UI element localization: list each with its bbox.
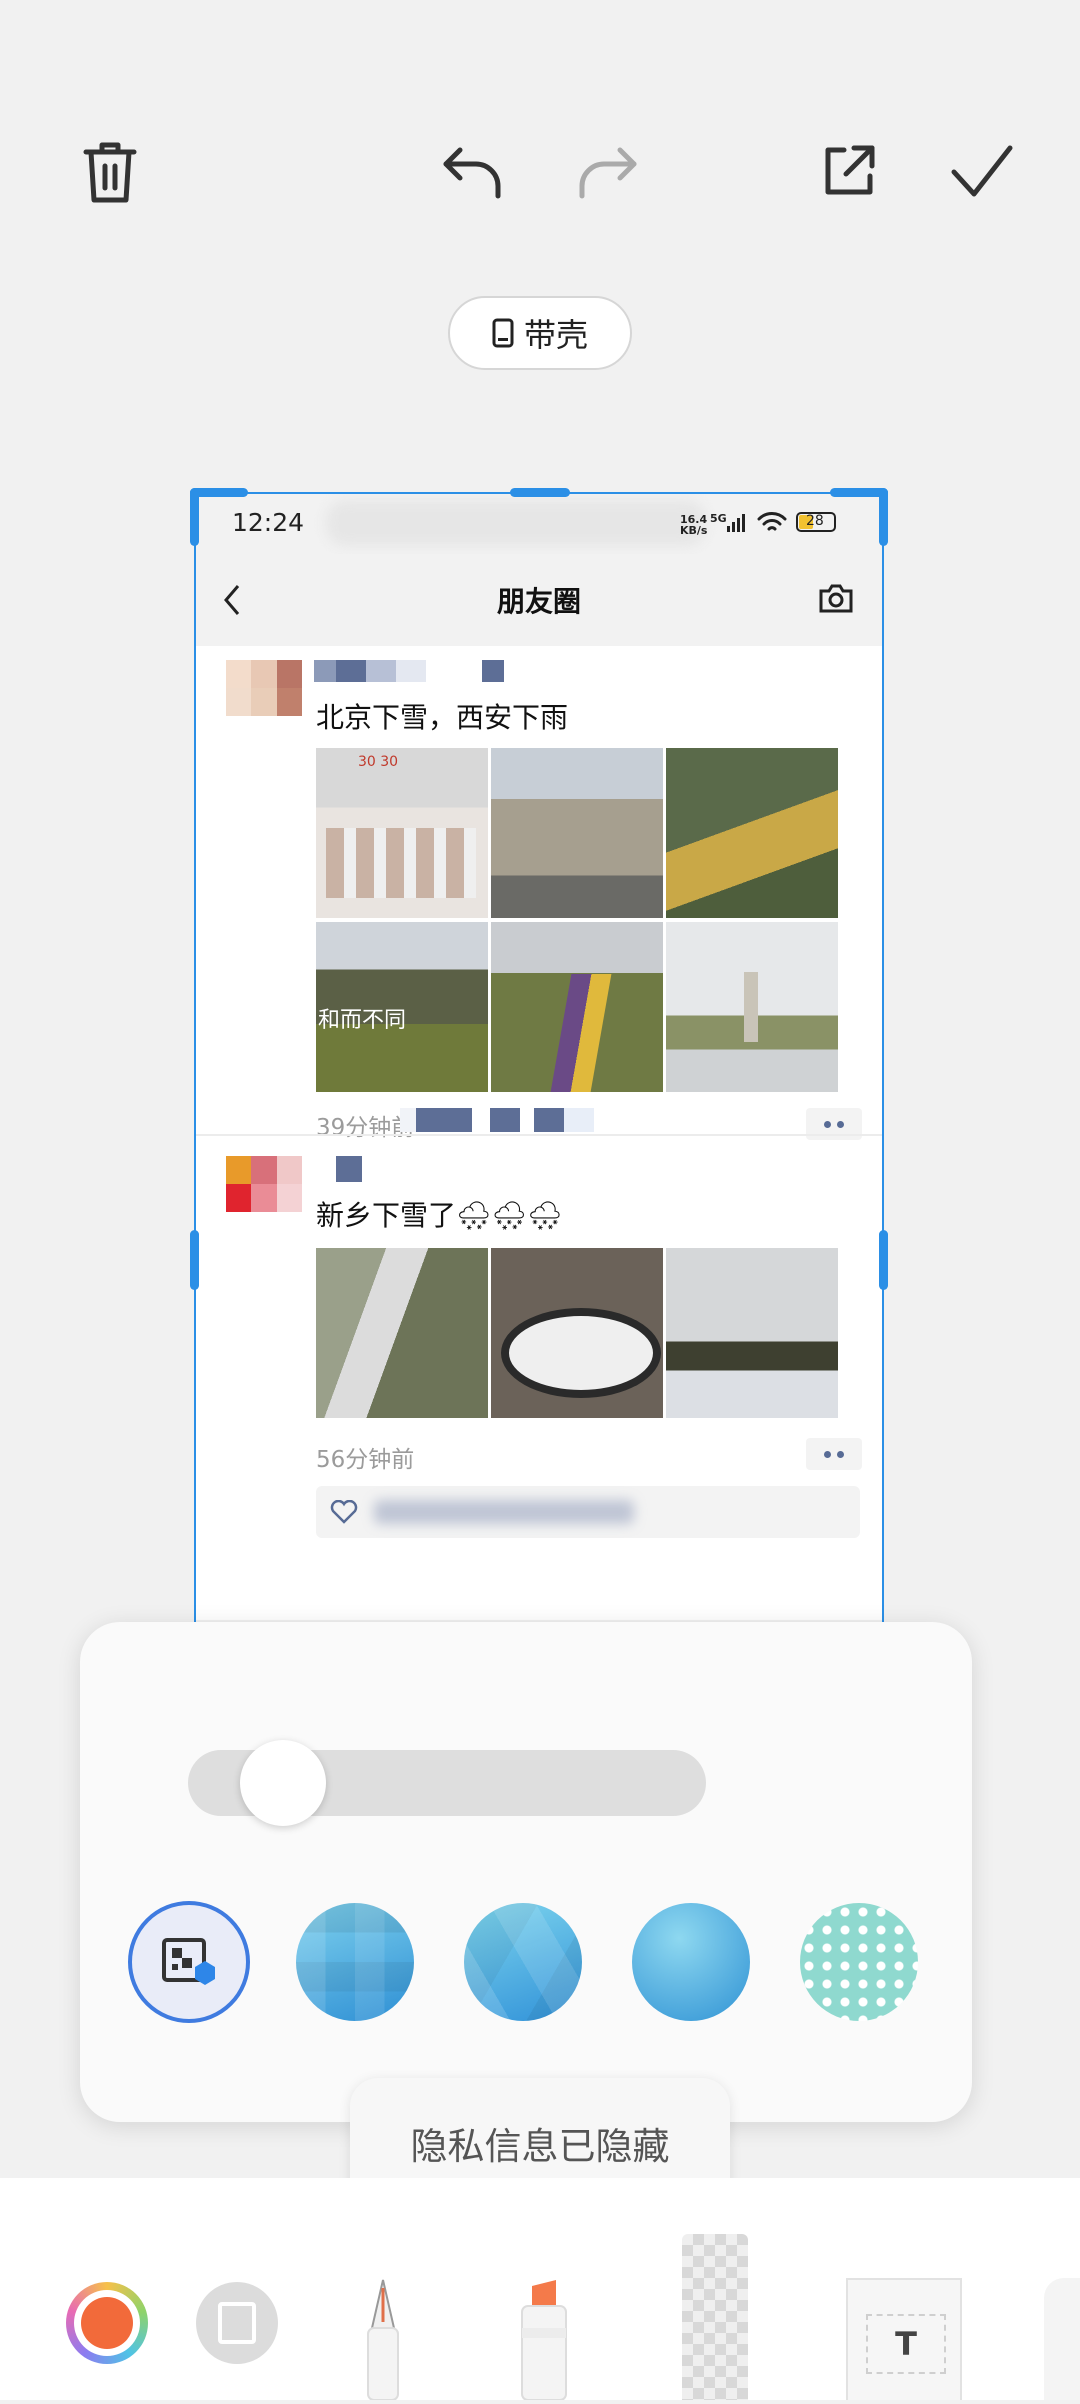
crop-handle-top-left-vertical[interactable] bbox=[190, 488, 199, 546]
photo-thumbnail[interactable] bbox=[666, 748, 838, 918]
crop-handle-top[interactable] bbox=[510, 488, 570, 497]
trash-icon[interactable] bbox=[70, 132, 150, 212]
battery-level: 28 bbox=[806, 513, 824, 529]
smart-mosaic-style[interactable] bbox=[128, 1901, 250, 2023]
smart-mosaic-icon bbox=[162, 1938, 215, 1985]
undo-icon[interactable] bbox=[432, 132, 512, 212]
blurred-notification-area bbox=[326, 500, 706, 546]
photo-thumbnail[interactable]: 30 30 bbox=[316, 748, 488, 918]
photo-thumbnail[interactable]: 和而不同 bbox=[316, 922, 488, 1092]
phone-icon bbox=[492, 318, 514, 348]
status-time: 12:24 bbox=[232, 508, 305, 537]
toast-text: 隐私信息已隐藏 bbox=[410, 2125, 670, 2168]
avatar[interactable] bbox=[226, 1156, 302, 1212]
photo-thumbnail[interactable] bbox=[666, 1248, 838, 1418]
crop-handle-left[interactable] bbox=[190, 1230, 199, 1290]
pen-icon bbox=[367, 2279, 399, 2401]
preview-status-bar: 12:24 16.4 KB/s 5G 28 bbox=[196, 494, 882, 554]
wifi-icon bbox=[757, 512, 787, 531]
crop-handle-right[interactable] bbox=[879, 1230, 888, 1290]
photo-thumbnail[interactable] bbox=[491, 748, 663, 918]
redo-icon[interactable] bbox=[568, 132, 648, 212]
shell-toggle-button[interactable]: 带壳 bbox=[448, 296, 632, 370]
more-actions-button[interactable] bbox=[806, 1438, 862, 1470]
avatar[interactable] bbox=[226, 660, 302, 716]
top-toolbar bbox=[0, 0, 1080, 260]
highlighter-tool[interactable] bbox=[508, 2278, 580, 2401]
shape-tool-button[interactable] bbox=[196, 2282, 278, 2364]
moment-post: 北京下雪，西安下雨 30 30 和而不同 39分钟前 bbox=[196, 646, 882, 1141]
page-title: 朋友圈 bbox=[496, 585, 581, 618]
mosaic-style-panel bbox=[80, 1622, 972, 2122]
highlighter-icon bbox=[521, 2280, 567, 2401]
battery-icon: 28 bbox=[796, 512, 836, 532]
share-icon[interactable] bbox=[808, 132, 888, 212]
triangle-mosaic-style[interactable] bbox=[464, 1903, 582, 2021]
location-pixelated bbox=[400, 1108, 594, 1132]
mosaic-tool[interactable] bbox=[680, 2234, 752, 2400]
net-speed-unit: KB/s bbox=[680, 524, 708, 537]
likes-bar bbox=[316, 1486, 860, 1538]
signal-icon bbox=[727, 514, 745, 532]
heart-icon bbox=[330, 1500, 358, 1524]
photo-grid bbox=[316, 1248, 838, 1418]
post-text: 新乡下雪了🌨🌨🌨 bbox=[316, 1199, 563, 1232]
color-picker-button[interactable] bbox=[66, 2282, 148, 2364]
pen-tool[interactable] bbox=[356, 2278, 410, 2401]
shell-toggle-label: 带壳 bbox=[523, 316, 588, 354]
post-text: 北京下雪，西安下雨 bbox=[316, 701, 569, 734]
check-icon[interactable] bbox=[942, 132, 1022, 212]
preview-nav-bar: 朋友圈 bbox=[196, 554, 882, 646]
net-speed: 16.4 KB/s bbox=[680, 514, 707, 536]
bottom-toolbar: T bbox=[0, 2178, 1080, 2401]
photo-thumbnail[interactable] bbox=[316, 1248, 488, 1418]
brush-size-slider-knob[interactable] bbox=[240, 1740, 326, 1826]
dot-pattern-style[interactable] bbox=[800, 1903, 918, 2021]
photo-thumbnail[interactable] bbox=[491, 1248, 663, 1418]
crop-handle-top-right-vertical[interactable] bbox=[879, 488, 888, 546]
post-time: 56分钟前 bbox=[316, 1447, 415, 1473]
blur-style[interactable] bbox=[632, 1903, 750, 2021]
screenshot-preview[interactable]: 12:24 16.4 KB/s 5G 28 朋友圈 北京下雪，西安下雨 30 3… bbox=[196, 494, 882, 1620]
eraser-tool[interactable] bbox=[1044, 2278, 1080, 2400]
photo-thumbnail[interactable] bbox=[666, 922, 838, 1092]
network-type: 5G bbox=[710, 512, 727, 525]
photo-thumbnail[interactable] bbox=[491, 922, 663, 1092]
username-pixelated[interactable] bbox=[314, 660, 504, 682]
moment-post: 新乡下雪了🌨🌨🌨 56分钟前 bbox=[196, 1148, 882, 1620]
photo-grid: 30 30 和而不同 bbox=[316, 748, 838, 1092]
username-pixelated[interactable] bbox=[336, 1156, 362, 1182]
text-icon: T bbox=[866, 2314, 946, 2374]
camera-icon bbox=[819, 584, 853, 613]
post-divider bbox=[196, 1134, 882, 1136]
pixel-mosaic-style[interactable] bbox=[296, 1903, 414, 2021]
text-tool[interactable]: T bbox=[846, 2278, 962, 2400]
blurred-like-names bbox=[374, 1500, 634, 1524]
